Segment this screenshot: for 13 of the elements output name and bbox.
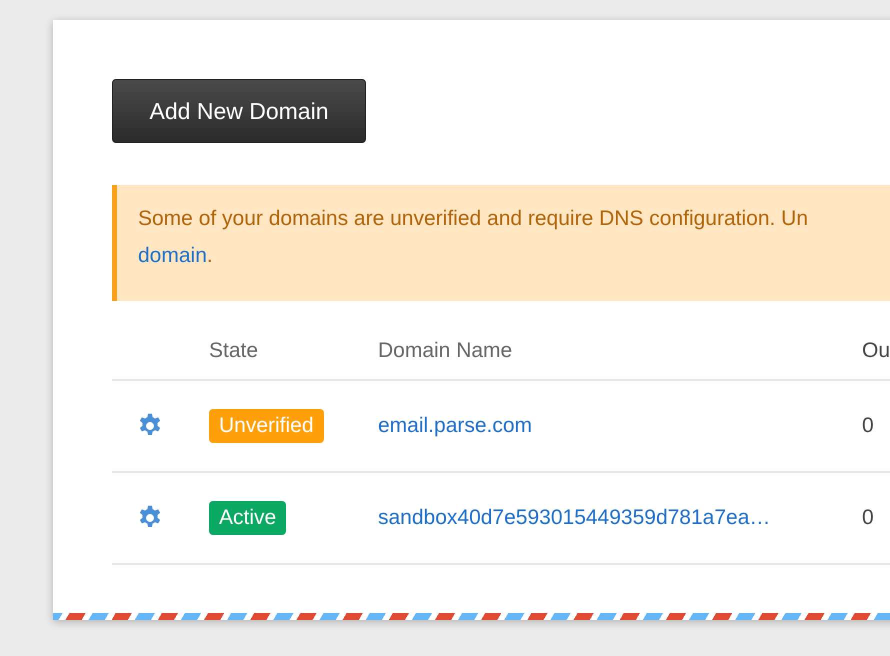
- state-badge: Unverified: [209, 409, 324, 443]
- add-domain-button[interactable]: Add New Domain: [112, 79, 366, 143]
- state-badge: Active: [209, 501, 286, 535]
- alert-text: .: [206, 244, 213, 267]
- table-cell: 0: [862, 506, 874, 529]
- column-header: Domain Name: [378, 339, 514, 363]
- domain-link[interactable]: email.parse.com: [378, 414, 532, 437]
- alert-text: Some of your domains are unverified and require DNS configuration. Un: [138, 207, 810, 231]
- domain-link[interactable]: domain: [138, 244, 207, 267]
- table-cell: 0: [862, 414, 874, 437]
- column-header: Ou: [862, 339, 890, 363]
- column-header: State: [209, 339, 260, 363]
- domain-link[interactable]: sandbox40d7e593015449359d781a7ea…: [378, 506, 770, 529]
